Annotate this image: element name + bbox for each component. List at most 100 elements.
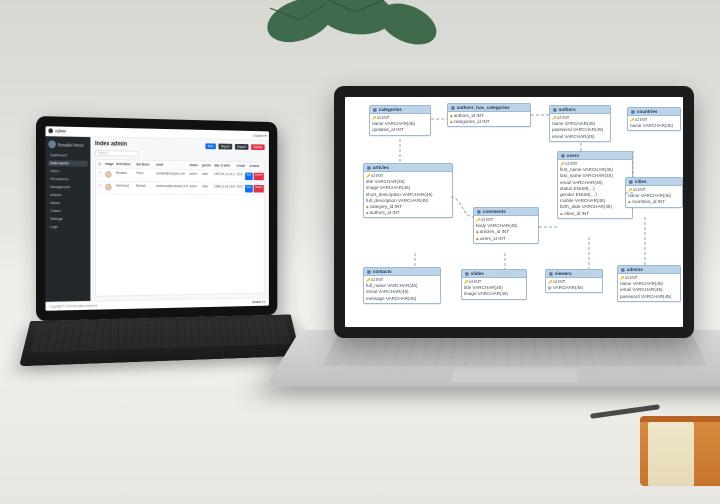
row-checkbox[interactable]: ☐ — [96, 182, 103, 194]
erd-table-header[interactable]: comments — [474, 208, 538, 216]
erd-canvas[interactable]: categoriesid INTname VARCHAR(45)updated_… — [345, 97, 683, 327]
sidebar-item-users[interactable]: Users — [48, 168, 87, 174]
col-first-name: first Name — [114, 160, 134, 168]
row-delete-button[interactable]: Delete — [253, 185, 263, 193]
erd-field: ip VARCHAR(45) — [548, 285, 600, 291]
cell-dob: 1988-11-03 14:40 — [212, 183, 234, 195]
sidebar-item-settings[interactable]: Settings — [48, 216, 87, 222]
sidebar-item-index-admin[interactable]: Index admin — [48, 160, 87, 166]
cell-created: 2023 — [235, 171, 245, 183]
erd-table-header[interactable]: slides — [462, 270, 526, 278]
col-last-name: last Name — [134, 160, 154, 168]
col-checkbox[interactable]: ☐ — [96, 160, 103, 168]
erd-table-header[interactable]: contacts — [364, 268, 440, 276]
cell-gender: male — [200, 183, 212, 195]
laptop-device: categoriesid INTname VARCHAR(45)updated_… — [334, 86, 694, 338]
table-row[interactable]: ☐ Mahmoud Bekheit mahmoud@example.com ac… — [96, 182, 264, 196]
erd-table-header[interactable]: categories — [370, 106, 430, 114]
erd-table-admins[interactable]: adminsid INTname VARCHAR(45)email VARCHA… — [617, 265, 681, 302]
tablet-keyboard — [19, 314, 300, 366]
col-status: status — [188, 161, 200, 169]
erd-table-header[interactable]: countries — [628, 108, 680, 116]
topbar-lang[interactable]: English ▾ — [253, 133, 266, 138]
delete-button[interactable]: Delete — [251, 144, 265, 150]
erd-field: name VARCHAR(45) — [630, 123, 678, 129]
cell-email: renaldo@example.com — [154, 169, 188, 181]
erd-table-comments[interactable]: commentsid INTbody VARCHAR(45)articles_i… — [473, 207, 539, 244]
erd-table-header[interactable]: admins — [618, 266, 680, 274]
data-table: ☐ Image first Name last Name email statu… — [95, 159, 265, 297]
sidebar-item-articles[interactable]: Articles — [48, 192, 87, 198]
erd-table-header[interactable]: cities — [626, 178, 682, 186]
erd-field: countries_id INT — [628, 199, 680, 205]
erd-table-header[interactable]: viewers — [546, 270, 602, 278]
cell-last-name: Bekheit — [134, 182, 154, 194]
erd-table-header[interactable]: articles — [364, 164, 452, 172]
sidebar-item-permissions[interactable]: Permissions — [48, 176, 87, 182]
erd-field: message VARCHAR(45) — [366, 296, 438, 302]
cell-email: mahmoud@example.com — [154, 182, 188, 194]
import-button[interactable]: Import — [218, 144, 232, 150]
erd-table-body: id INTname VARCHAR(45)password VARCHAR(4… — [550, 114, 610, 141]
sidebar-item-logs[interactable]: Logs — [48, 224, 87, 230]
edit-button[interactable]: Edit — [245, 173, 252, 181]
erd-field: cities_id INT — [560, 211, 630, 217]
col-image: Image — [103, 160, 114, 168]
search-input[interactable]: Search… — [95, 150, 139, 157]
erd-table-header[interactable]: users — [558, 152, 632, 160]
admin-app: Admin English ▾ Renaldo Perez Dashboard … — [45, 126, 268, 311]
decor-plant — [260, 0, 440, 80]
footer-copyright: Copyright © 2024 All rights reserved. — [49, 304, 98, 309]
erd-table-users[interactable]: usersid INTfirst_name VARCHAR(45)last_na… — [557, 151, 633, 219]
erd-table-body: id INTname VARCHAR(45)updated_at INT — [370, 114, 430, 135]
brand-name: Admin — [55, 128, 66, 133]
erd-table-categories[interactable]: categoriesid INTname VARCHAR(45)updated_… — [369, 105, 431, 136]
edit-button[interactable]: Edit — [245, 185, 252, 193]
export-button[interactable]: Export — [235, 144, 249, 150]
col-dob: date of birth — [212, 162, 234, 170]
erd-table-cities[interactable]: citiesid INTname VARCHAR(45)countries_id… — [625, 177, 683, 208]
cell-status: active — [188, 182, 200, 194]
main-panel: Index admin Add Import Export Delete Sea… — [90, 137, 268, 301]
erd-table-body: id INTip VARCHAR(45) — [546, 278, 602, 292]
tablet-device: Admin English ▾ Renaldo Perez Dashboard … — [36, 116, 277, 321]
sidebar: Renaldo Perez Dashboard Index admin User… — [45, 136, 90, 302]
erd-table-slides[interactable]: slidesid INTtitle VARCHAR(45)image VARCH… — [461, 269, 527, 300]
cell-status: active — [188, 170, 200, 182]
cell-dob: 1991-04-12 09:12 — [212, 170, 234, 182]
sidebar-profile[interactable]: Renaldo Perez — [48, 140, 87, 149]
sidebar-item-dashboard[interactable]: Dashboard — [48, 152, 87, 159]
erd-table-header[interactable]: authors — [550, 106, 610, 114]
erd-field: authors_id INT — [366, 210, 450, 216]
sidebar-item-management[interactable]: Management — [48, 184, 87, 190]
cell-first-name: Renaldo — [114, 169, 134, 181]
sidebar-item-actors[interactable]: Actors — [48, 200, 87, 206]
brand-logo-icon — [48, 128, 53, 133]
row-delete-button[interactable]: Delete — [253, 173, 263, 181]
erd-table-body: id INTfirst_name VARCHAR(45)last_name VA… — [558, 160, 632, 218]
erd-field: categories_id INT — [450, 119, 528, 125]
row-checkbox[interactable]: ☐ — [96, 169, 103, 181]
erd-table-viewers[interactable]: viewersid INTip VARCHAR(45) — [545, 269, 603, 293]
erd-table-countries[interactable]: countriesid INTname VARCHAR(45) — [627, 107, 681, 131]
erd-table-body: id INTname VARCHAR(45)countries_id INT — [626, 186, 682, 207]
col-gender: gender — [200, 161, 212, 169]
erd-table-authors_has_categories[interactable]: authors_has_categoriesauthors_id INTcate… — [447, 103, 531, 127]
erd-table-body: authors_id INTcategories_id INT — [448, 112, 530, 126]
cell-created: 2023 — [235, 183, 245, 194]
erd-table-header[interactable]: authors_has_categories — [448, 104, 530, 112]
laptop-base — [266, 330, 720, 387]
erd-table-body: id INTfull_name VARCHAR(45)email VARCHAR… — [364, 276, 440, 303]
erd-table-articles[interactable]: articlesid INTtitle VARCHAR(45)image VAR… — [363, 163, 453, 218]
erd-table-contacts[interactable]: contactsid INTfull_name VARCHAR(45)email… — [363, 267, 441, 304]
erd-field: image VARCHAR(45) — [464, 291, 524, 297]
erd-table-body: id INTbody VARCHAR(45)articles_id INTuse… — [474, 216, 538, 243]
sidebar-item-orders[interactable]: Orders — [48, 208, 87, 214]
erd-table-authors[interactable]: authorsid INTname VARCHAR(45)password VA… — [549, 105, 611, 142]
footer-version: Version 2.1 — [252, 300, 266, 304]
add-button[interactable]: Add — [205, 143, 216, 149]
erd-table-body: id INTname VARCHAR(45) — [628, 116, 680, 130]
page-title: Index admin — [95, 141, 127, 147]
decor-notebook — [640, 416, 720, 486]
erd-field: email VARCHAR(45) — [552, 134, 608, 140]
